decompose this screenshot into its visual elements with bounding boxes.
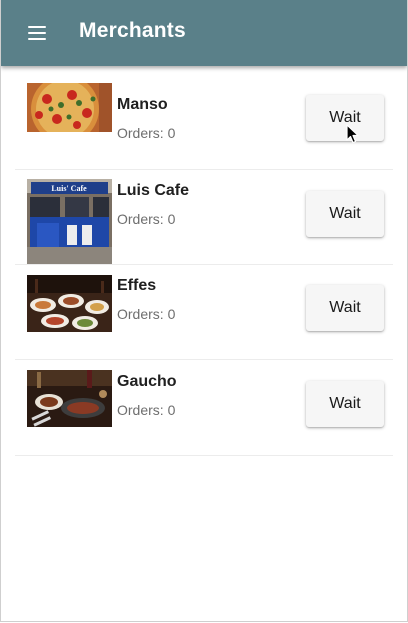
mouse-pointer-icon [346,124,359,144]
steak-dinner-photo [27,370,112,427]
wait-button[interactable]: Wait [306,285,384,331]
merchant-name: Gaucho [117,373,177,390]
wait-button[interactable]: Wait [306,95,384,141]
app-bar: Merchants [1,0,407,66]
hamburger-menu-icon[interactable] [28,26,46,40]
merchant-row-luis-cafe: Luis' Cafe Luis Cafe Orders: 0 Wait [15,169,393,265]
app-window: Merchants Manso Orders: 0 Wait Luis' Caf… [0,0,408,622]
merchant-row-gaucho: Gaucho Orders: 0 Wait [15,360,393,456]
merchant-orders: Orders: 0 [117,306,176,322]
merchant-orders: Orders: 0 [117,211,176,227]
merchant-row-manso: Manso Orders: 0 Wait [15,74,393,170]
wait-button[interactable]: Wait [306,381,384,427]
pizza-photo [27,83,112,132]
restaurant-dishes-photo [27,275,112,332]
merchant-name: Luis Cafe [117,182,190,199]
wait-button[interactable]: Wait [306,191,384,237]
merchant-orders: Orders: 0 [117,402,176,418]
merchant-name: Effes [117,277,157,294]
svg-text:Luis' Cafe: Luis' Cafe [51,184,87,193]
merchant-name: Manso [117,96,168,113]
cafe-storefront-photo: Luis' Cafe [27,179,112,264]
merchant-orders: Orders: 0 [117,125,176,141]
page-title: Merchants [79,19,186,42]
merchant-row-effes: Effes Orders: 0 Wait [15,264,393,360]
